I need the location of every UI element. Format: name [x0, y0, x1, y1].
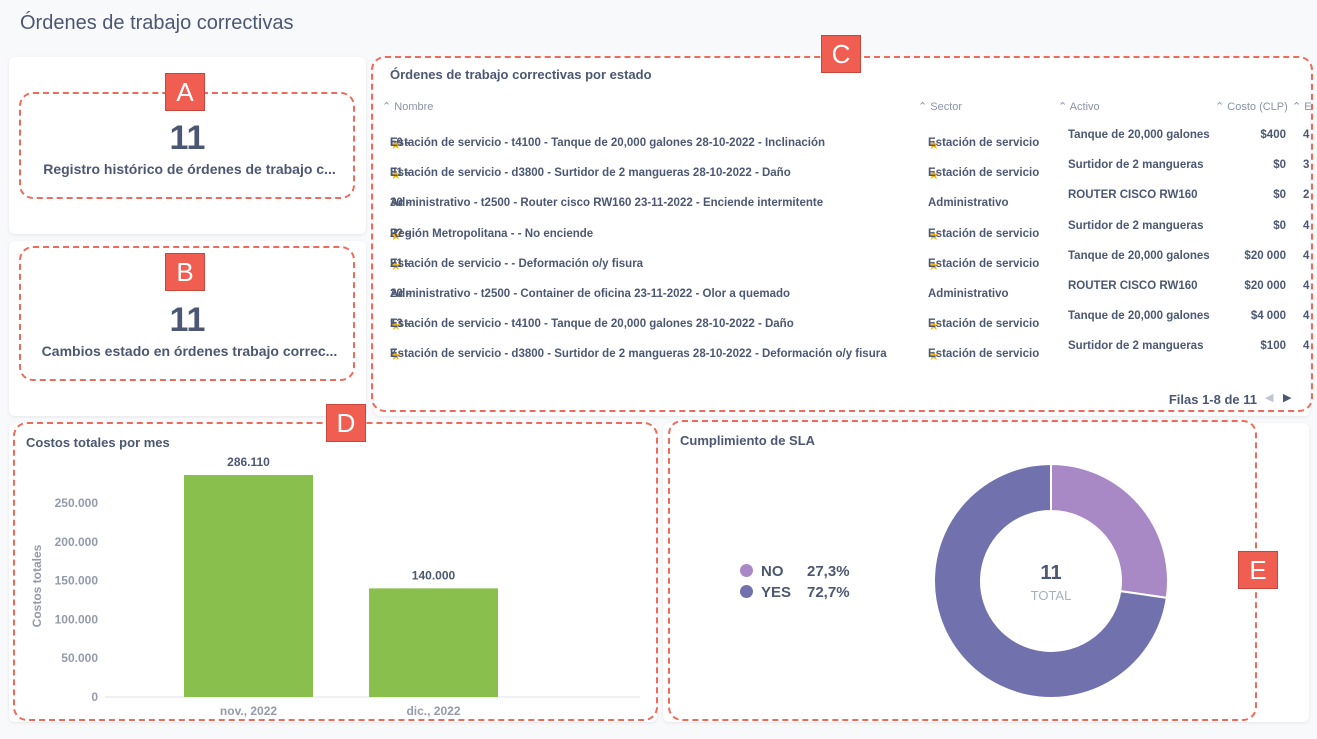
- cell-e: 4: [1303, 310, 1310, 323]
- donut-center-label: TOTAL: [1030, 588, 1072, 603]
- cell-costo: $100: [1260, 340, 1286, 353]
- prev-page-icon[interactable]: ◀: [1265, 391, 1273, 404]
- callout-tag-c: C: [821, 35, 861, 73]
- cell-activo: Tanque de 20,000 galones: [1068, 249, 1210, 262]
- cell-costo: $0: [1273, 159, 1286, 172]
- bar: [369, 588, 498, 697]
- cell-e: 3: [1303, 159, 1310, 172]
- bar-value-label: 140.000: [412, 568, 456, 582]
- cell-activo: ROUTER CISCO RW160: [1068, 189, 1198, 202]
- donut-chart-title[interactable]: Cumplimiento de SLA: [680, 433, 815, 448]
- cell-activo: Surtidor de 2 mangueras: [1068, 340, 1204, 353]
- cell-activo: Tanque de 20,000 galones: [1068, 129, 1210, 141]
- column-header-sector[interactable]: ⌃ Sector: [918, 100, 962, 113]
- cell-e: 4: [1303, 219, 1310, 232]
- cell-costo: $0: [1273, 189, 1286, 202]
- callout-tag-e: E: [1238, 551, 1278, 589]
- bar-chart: 0 50.000 100.000 150.000 200.000 250.000 286.1…: [30, 455, 640, 718]
- x-tick-label: nov., 2022: [220, 704, 277, 718]
- next-page-icon[interactable]: ▶: [1283, 391, 1291, 404]
- bar-value-label: 286.110: [227, 455, 270, 469]
- callout-tag-d: D: [326, 404, 366, 442]
- y-tick-label: 200.000: [55, 535, 99, 549]
- x-tick-label: dic., 2022: [406, 704, 460, 718]
- cell-e: 4: [1303, 280, 1310, 292]
- column-header-e[interactable]: ⌃ E: [1292, 100, 1312, 113]
- legend-item-no[interactable]: NO 27,3%: [740, 563, 850, 580]
- cell-e: 4: [1303, 249, 1310, 262]
- y-tick-label: 150.000: [55, 574, 99, 588]
- legend-dot-no: [740, 564, 753, 577]
- cell-costo: $20 000: [1244, 280, 1286, 292]
- pagination-label: Filas 1-8 de 11: [1168, 392, 1257, 407]
- y-tick-label: 50.000: [61, 651, 98, 665]
- cell-activo: Surtidor de 2 mangueras: [1068, 219, 1204, 232]
- y-tick-label: 100.000: [55, 612, 99, 626]
- cell-activo: Tanque de 20,000 galones: [1068, 310, 1210, 323]
- cell-costo: $0: [1273, 219, 1286, 232]
- cell-costo: $4 000: [1250, 310, 1286, 323]
- y-tick-label: 250.000: [55, 496, 99, 510]
- cell-costo: $400: [1260, 129, 1286, 141]
- cell-costo: $20 000: [1244, 249, 1286, 262]
- cell-activo: ROUTER CISCO RW160: [1068, 280, 1198, 292]
- cell-e: 4: [1303, 340, 1310, 353]
- column-header-costo[interactable]: ⌃ Costo (CLP): [1215, 100, 1288, 113]
- bar: [184, 475, 313, 697]
- cell-e: 2: [1303, 189, 1310, 202]
- column-header-activo[interactable]: ⌃ Activo: [1058, 100, 1100, 113]
- cell-activo: Surtidor de 2 mangueras: [1068, 159, 1204, 172]
- cell-e: 4: [1303, 129, 1310, 141]
- y-axis-label: Costos totales: [30, 544, 44, 627]
- legend-item-yes[interactable]: YES 72,7%: [740, 584, 850, 601]
- legend-dot-yes: [740, 585, 753, 598]
- donut-center-value: 11: [1040, 562, 1062, 584]
- y-tick-label: 0: [91, 690, 98, 704]
